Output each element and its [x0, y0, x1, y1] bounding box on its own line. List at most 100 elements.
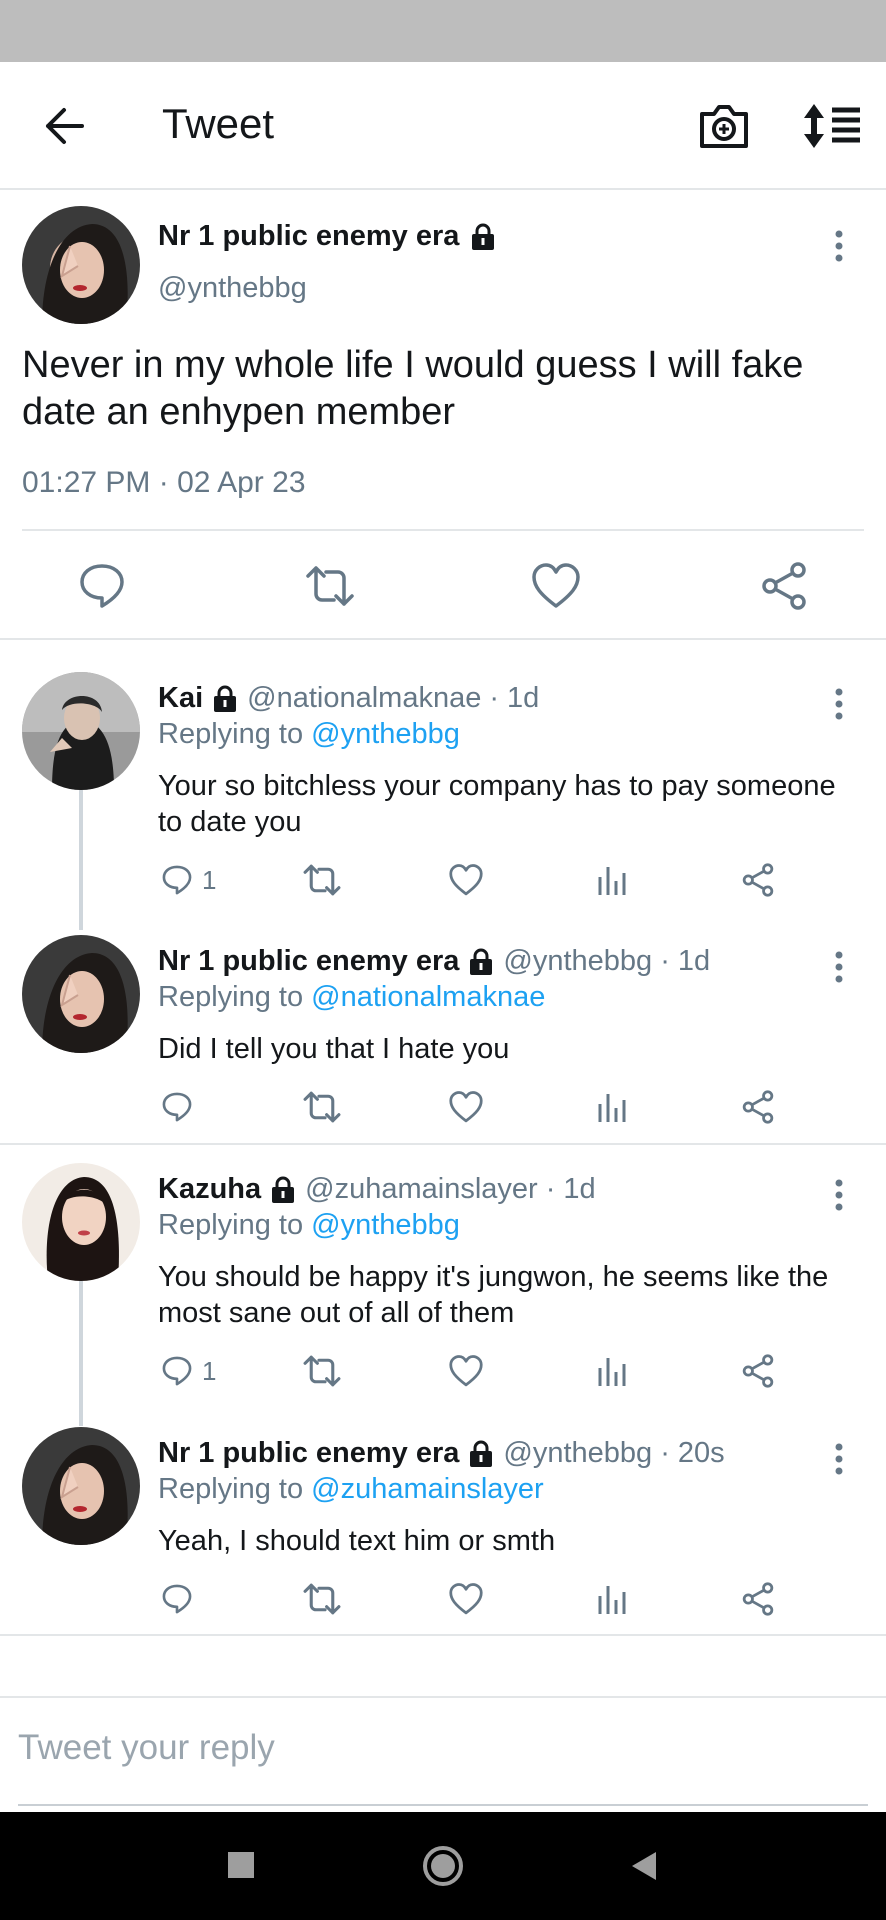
reply-text: You should be happy it's jungwon, he see… [158, 1261, 829, 1329]
status-bar [0, 0, 886, 62]
more-options-icon[interactable] [827, 1175, 851, 1215]
reply-tweet[interactable]: Kazuha @zuhamainslayer · 1d Replying to … [0, 1163, 886, 1388]
page-title: Tweet [162, 100, 275, 147]
back-icon[interactable] [620, 1842, 668, 1890]
replying-to-label: Replying to [158, 1209, 304, 1241]
reply-time: · 20s [660, 1437, 725, 1469]
arrow-left-icon[interactable] [40, 102, 88, 150]
more-options-icon[interactable] [827, 226, 851, 266]
reply-time: · 1d [545, 1173, 596, 1205]
analytics-icon[interactable] [596, 858, 628, 902]
reply-button[interactable] [160, 1085, 202, 1129]
divider [0, 1143, 886, 1145]
like-icon[interactable] [448, 1577, 484, 1621]
reply-text: Your so bitchless your company has to pa… [158, 770, 836, 838]
retweet-icon[interactable] [302, 1577, 342, 1621]
retweet-icon[interactable] [302, 858, 342, 902]
analytics-icon[interactable] [596, 1577, 628, 1621]
input-underline [18, 1804, 868, 1806]
reply-tweet[interactable]: Nr 1 public enemy era @ynthebbg · 1d Rep… [0, 935, 886, 1135]
replying-to: Replying to @ynthebbg [158, 1209, 460, 1242]
lock-icon [269, 1176, 297, 1204]
reply-count: 1 [202, 864, 217, 895]
retweet-icon[interactable] [304, 560, 356, 612]
author-name-text: Nr 1 public enemy era [158, 220, 460, 252]
reply-header: Nr 1 public enemy era @ynthebbg · 20s [158, 1437, 725, 1470]
reply-text: Yeah, I should text him or smth [158, 1525, 556, 1557]
replying-to-label: Replying to [158, 981, 304, 1013]
avatar[interactable] [22, 1427, 140, 1545]
lock-icon [467, 1440, 495, 1468]
reply-actions [150, 1577, 810, 1627]
reply-icon [160, 1582, 194, 1616]
avatar[interactable] [22, 672, 140, 790]
share-icon[interactable] [740, 1085, 776, 1129]
like-icon[interactable] [448, 1085, 484, 1129]
retweet-icon[interactable] [302, 1085, 342, 1129]
replying-to-handle[interactable]: @ynthebbg [311, 718, 460, 750]
reply-composer[interactable]: Tweet your reply [0, 1696, 886, 1806]
share-icon[interactable] [740, 1577, 776, 1621]
reply-header: Kazuha @zuhamainslayer · 1d [158, 1173, 596, 1206]
reply-author-name: Nr 1 public enemy era [158, 945, 460, 977]
reply-input[interactable]: Tweet your reply [18, 1728, 275, 1768]
reply-icon [160, 1354, 194, 1388]
app-bar: Tweet [0, 62, 886, 190]
main-tweet: Nr 1 public enemy era @ynthebbg Never in… [0, 190, 886, 640]
share-icon[interactable] [758, 560, 810, 612]
reply-icon [160, 863, 194, 897]
retweet-icon[interactable] [302, 1349, 342, 1393]
replying-to: Replying to @ynthebbg [158, 718, 460, 751]
reply-icon[interactable] [76, 560, 128, 612]
lock-icon [467, 948, 495, 976]
recents-icon[interactable] [218, 1842, 266, 1890]
reply-author-handle: @zuhamainslayer [305, 1173, 538, 1205]
reply-header: Kai @nationalmaknae · 1d [158, 682, 539, 715]
reply-button[interactable] [160, 1577, 202, 1621]
more-options-icon[interactable] [827, 1439, 851, 1479]
reply-author-name: Nr 1 public enemy era [158, 1437, 460, 1469]
reply-actions: 1 [150, 858, 810, 908]
replying-to-handle[interactable]: @nationalmaknae [311, 981, 545, 1013]
more-options-icon[interactable] [827, 684, 851, 724]
reply-author-handle: @ynthebbg [503, 945, 653, 977]
lock-icon [211, 685, 239, 713]
reply-button[interactable]: 1 [160, 1349, 216, 1393]
share-icon[interactable] [740, 858, 776, 902]
replying-to-handle[interactable]: @zuhamainslayer [311, 1473, 544, 1505]
like-icon[interactable] [448, 1349, 484, 1393]
replying-to-handle[interactable]: @ynthebbg [311, 1209, 460, 1241]
reply-author-name: Kazuha [158, 1173, 262, 1205]
reply-actions [150, 1085, 810, 1135]
analytics-icon[interactable] [596, 1085, 628, 1129]
system-nav-bar [0, 1812, 886, 1920]
sort-icon[interactable] [800, 98, 864, 154]
like-icon[interactable] [530, 560, 582, 612]
reply-actions: 1 [150, 1349, 810, 1399]
reply-tweet[interactable]: Kai @nationalmaknae · 1d Replying to @yn… [0, 672, 886, 902]
share-icon[interactable] [740, 1349, 776, 1393]
reply-header: Nr 1 public enemy era @ynthebbg · 1d [158, 945, 710, 978]
analytics-icon[interactable] [596, 1349, 628, 1393]
replying-to: Replying to @nationalmaknae [158, 981, 545, 1014]
author-handle: @ynthebbg [158, 272, 307, 304]
reply-time: · 1d [489, 682, 540, 714]
replying-to-label: Replying to [158, 1473, 304, 1505]
avatar[interactable] [22, 1163, 140, 1281]
more-options-icon[interactable] [827, 947, 851, 987]
divider [22, 529, 864, 531]
tweet-timestamp: 01:27 PM · 02 Apr 23 [22, 466, 306, 499]
like-icon[interactable] [448, 858, 484, 902]
home-icon[interactable] [419, 1842, 467, 1890]
avatar[interactable] [22, 935, 140, 1053]
camera-plus-icon[interactable] [696, 98, 752, 154]
tweet-actions [0, 540, 886, 630]
avatar[interactable] [22, 206, 140, 324]
reply-button[interactable]: 1 [160, 858, 216, 902]
reply-text: Did I tell you that I hate you [158, 1033, 510, 1065]
reply-icon [160, 1090, 194, 1124]
author-name: Nr 1 public enemy era [158, 220, 497, 253]
reply-count: 1 [202, 1355, 217, 1386]
reply-tweet[interactable]: Nr 1 public enemy era @ynthebbg · 20s Re… [0, 1427, 886, 1627]
reply-author-handle: @nationalmaknae [247, 682, 482, 714]
